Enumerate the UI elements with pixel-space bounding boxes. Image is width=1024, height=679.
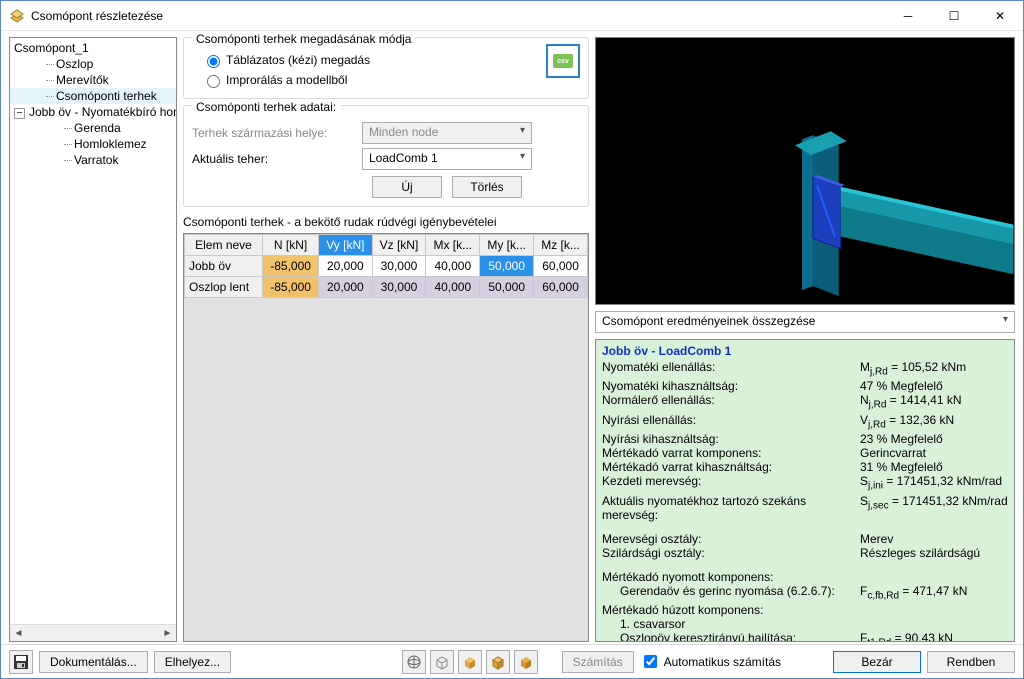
close-button[interactable]: ✕ — [977, 1, 1023, 31]
app-icon — [9, 8, 25, 24]
current-load-label: Aktuális teher: — [192, 152, 362, 166]
result-line: Szilárdsági osztály:Részleges szilárdság… — [602, 546, 1008, 560]
radio-import-input[interactable] — [207, 75, 220, 88]
tree-item-varratok[interactable]: Varratok — [10, 152, 176, 168]
view-solid1-button[interactable] — [458, 650, 482, 674]
minimize-button[interactable]: ─ — [885, 1, 931, 31]
result-line: Nyomatéki ellenállás:Mj,Rd = 105,52 kNm — [602, 360, 1008, 379]
new-button[interactable]: Új — [372, 176, 442, 198]
result-line: Mértékadó varrat komponens:Gerincvarrat — [602, 446, 1008, 460]
loads-grid[interactable]: Elem neve N [kN] Vy [kN] Vz [kN] Mx [k..… — [183, 233, 589, 642]
grid-title: Csomóponti terhek - a bekötő rudak rúdvé… — [183, 215, 589, 229]
result-line: Nyomatéki kihasználtság:47 % Megfelelő — [602, 379, 1008, 393]
csv-export-button[interactable]: csv — [546, 44, 580, 78]
col-mx[interactable]: Mx [k... — [426, 235, 480, 256]
delete-button[interactable]: Törlés — [452, 176, 522, 198]
col-mz[interactable]: Mz [k... — [534, 235, 588, 256]
result-line: Mértékadó varrat kihasználtság:31 % Megf… — [602, 460, 1008, 474]
documentation-button[interactable]: Dokumentálás... — [39, 651, 148, 673]
tree-pane[interactable]: Csomópont_1 Oszlop Merevítők Csomóponti … — [9, 37, 177, 642]
results-summary-select[interactable]: Csomópont eredményeinek összegzése — [595, 311, 1015, 333]
save-button[interactable] — [9, 650, 33, 674]
radio-manual-input[interactable] — [207, 55, 220, 68]
loads-mode-label: Csomóponti terhek megadásának módja — [192, 32, 415, 46]
grid-row[interactable]: Oszlop lent -85,000 20,000 30,000 40,000… — [185, 277, 588, 298]
current-load-select[interactable]: LoadComb 1 — [362, 148, 532, 170]
result-line: Normálerő ellenállás:Nj,Rd = 1414,41 kN — [602, 393, 1008, 412]
place-button[interactable]: Elhelyez... — [154, 651, 231, 673]
auto-calc-input[interactable] — [644, 655, 657, 668]
result-line: Oszlopöv keresztirányú hajlítása:Ft1,Rd … — [602, 631, 1008, 642]
view-wire-button[interactable] — [430, 650, 454, 674]
result-line: Aktuális nyomatékhoz tartozó szekáns mer… — [602, 494, 1008, 522]
load-data-group: Csomóponti terhek adatai: Terhek származ… — [183, 105, 589, 207]
tree-item-csomoponti-terhek[interactable]: Csomóponti terhek — [10, 88, 176, 104]
result-line: Nyírási ellenállás:Vj,Rd = 132,36 kN — [602, 413, 1008, 432]
tree-root[interactable]: Csomópont_1 — [10, 40, 176, 56]
calculate-button: Számítás — [562, 651, 634, 673]
save-icon — [13, 654, 29, 670]
origin-select: Minden node — [362, 122, 532, 144]
result-line: Mértékadó nyomott komponens: — [602, 570, 1008, 584]
titlebar[interactable]: Csomópont részletezése ─ ☐ ✕ — [1, 1, 1023, 31]
origin-label: Terhek származási helye: — [192, 126, 362, 140]
radio-manual[interactable]: Táblázatos (kézi) megadás — [192, 50, 580, 70]
col-elem[interactable]: Elem neve — [185, 235, 263, 256]
tree-item-homloklemez[interactable]: Homloklemez — [10, 136, 176, 152]
tree-item-merevitok[interactable]: Merevítők — [10, 72, 176, 88]
results-panel[interactable]: Jobb öv - LoadComb 1 Nyomatéki ellenállá… — [595, 339, 1015, 642]
window-title: Csomópont részletezése — [31, 9, 885, 23]
radio-import[interactable]: Improrálás a modellből — [192, 70, 580, 90]
csv-icon: csv — [553, 54, 573, 68]
col-vz[interactable]: Vz [kN] — [372, 235, 426, 256]
col-my[interactable]: My [k... — [480, 235, 534, 256]
maximize-button[interactable]: ☐ — [931, 1, 977, 31]
load-data-label: Csomóponti terhek adatai: — [192, 100, 340, 114]
auto-calc-checkbox[interactable]: Automatikus számítás — [640, 652, 781, 671]
col-vy[interactable]: Vy [kN] — [319, 235, 372, 256]
tree-item-gerenda[interactable]: Gerenda — [10, 120, 176, 136]
result-line: Mértékadó húzott komponens: — [602, 603, 1008, 617]
statusbar: Dokumentálás... Elhelyez... Számítás Aut… — [1, 644, 1023, 678]
view-globe-button[interactable] — [402, 650, 426, 674]
grid-header-row[interactable]: Elem neve N [kN] Vy [kN] Vz [kN] Mx [k..… — [185, 235, 588, 256]
view-solid3-button[interactable] — [514, 650, 538, 674]
col-n[interactable]: N [kN] — [263, 235, 319, 256]
grid-row[interactable]: Jobb öv -85,000 20,000 30,000 40,000 50,… — [185, 256, 588, 277]
view-cube-group — [402, 650, 538, 674]
expander-icon[interactable]: − — [14, 108, 25, 119]
joint-3d-icon — [596, 38, 1014, 304]
result-line: Merevségi osztály:Merev — [602, 532, 1008, 546]
results-title: Jobb öv - LoadComb 1 — [602, 344, 1008, 358]
result-line: Kezdeti merevség:Sj,ini = 171451,32 kNm/… — [602, 474, 1008, 493]
scroll-left-icon[interactable]: ◄ — [10, 625, 27, 641]
result-line: Nyírási kihasználtság:23 % Megfelelő — [602, 432, 1008, 446]
tree-item-oszlop[interactable]: Oszlop — [10, 56, 176, 72]
scroll-right-icon[interactable]: ► — [159, 625, 176, 641]
tree-item-jobb-ov[interactable]: −Jobb öv - Nyomatékbíró hom — [10, 104, 176, 120]
result-line: 1. csavarsor — [602, 617, 1008, 631]
result-line: Gerendaöv és gerinc nyomása (6.2.6.7):Fc… — [602, 584, 1008, 603]
loads-mode-group: Csomóponti terhek megadásának módja Tábl… — [183, 37, 589, 99]
view-solid2-button[interactable] — [486, 650, 510, 674]
close-dialog-button[interactable]: Bezár — [833, 651, 921, 673]
ok-button[interactable]: Rendben — [927, 651, 1015, 673]
3d-viewport[interactable] — [595, 37, 1015, 305]
tree-hscroll[interactable]: ◄ ► — [10, 624, 176, 641]
